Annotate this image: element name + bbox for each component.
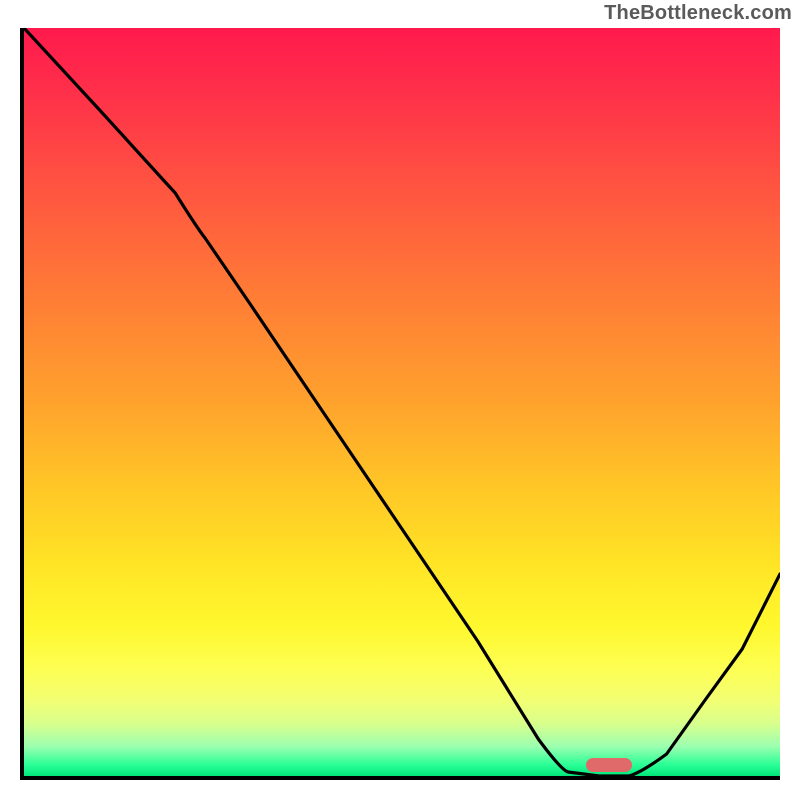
bottleneck-curve [24, 28, 780, 776]
plot-area [20, 28, 780, 780]
chart-container: TheBottleneck.com [0, 0, 800, 800]
watermark-text: TheBottleneck.com [604, 2, 792, 25]
curve-path [24, 28, 780, 776]
optimal-marker [586, 758, 632, 772]
